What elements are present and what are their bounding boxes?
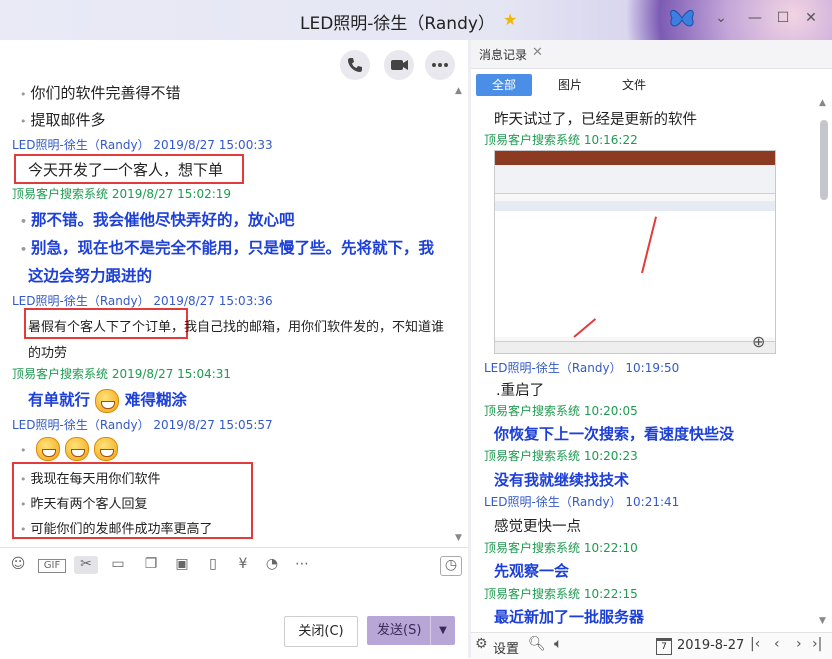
- message-header: 顶易客户搜索系统 2019/8/27 15:04:31: [12, 367, 232, 381]
- history-date[interactable]: 2019-8-27: [677, 638, 744, 653]
- chat-message: 那不错。我会催他尽快弄好的，放心吧: [20, 208, 295, 230]
- more-icon[interactable]: ⋯: [292, 556, 312, 574]
- calendar-icon[interactable]: 7: [656, 638, 672, 655]
- message-header: LED照明-徐生（Randy） 2019/8/27 15:05:57: [12, 418, 273, 432]
- history-clock-icon[interactable]: ◷: [440, 556, 462, 576]
- more-icon: [432, 63, 448, 67]
- speaker-icon[interactable]: 🔈︎: [554, 636, 562, 652]
- gear-icon[interactable]: ⚙: [475, 636, 488, 652]
- screenshot-image[interactable]: [494, 150, 776, 354]
- more-options-button[interactable]: [425, 50, 455, 80]
- last-page-icon[interactable]: ›|: [812, 636, 822, 652]
- input-toolbar: ☺ GIF ✂ ▭ ❐ ▣ ▯ ¥ ◔ ⋯ ◷: [0, 547, 468, 582]
- screenshot-grid: [495, 211, 775, 337]
- history-header: 顶易客户搜索系统 10:20:05: [484, 404, 638, 418]
- close-icon[interactable]: ✕: [532, 45, 543, 60]
- history-header: 顶易客户搜索系统 10:22:10: [484, 541, 638, 555]
- zoom-in-icon[interactable]: ⊕: [752, 332, 765, 351]
- history-message: 先观察一会: [494, 562, 570, 580]
- title-bar: LED照明-徐生（Randy） ★ ⌄ — ☐ ✕: [0, 0, 832, 40]
- minimize-icon[interactable]: —: [746, 10, 764, 26]
- grin-emoji-icon: [64, 437, 89, 461]
- video-call-button[interactable]: [384, 50, 414, 80]
- tab-message-history[interactable]: 消息记录: [479, 46, 527, 63]
- phone-icon: [348, 58, 362, 72]
- send-button-label: 发送(S): [377, 623, 422, 638]
- chat-message: 我现在每天用你们软件: [20, 468, 161, 487]
- close-button[interactable]: 关闭(C): [284, 616, 358, 647]
- chat-scroll-down[interactable]: ▼: [455, 533, 462, 543]
- red-packet-icon[interactable]: ¥: [233, 556, 253, 574]
- history-header: 顶易客户搜索系统 10:20:23: [484, 449, 638, 463]
- chat-message: 别急，现在也不是完全不能用，只是慢了些。先将就下，我: [20, 236, 434, 258]
- history-message: 没有我就继续找技术: [494, 471, 630, 489]
- chat-message: 有单就行 难得糊涂: [28, 388, 187, 413]
- image-icon[interactable]: ▣: [172, 556, 192, 574]
- maximize-icon[interactable]: ☐: [774, 10, 792, 26]
- screenshot-nav: [495, 165, 775, 194]
- chevron-down-icon[interactable]: ▼: [430, 616, 455, 645]
- file-icon[interactable]: ❐: [141, 556, 161, 574]
- phone-shake-icon[interactable]: ▯: [203, 556, 223, 574]
- chat-message-text: 有单就行: [28, 391, 91, 409]
- butterfly-icon: [670, 10, 694, 27]
- window-title: LED照明-徐生（Randy）: [300, 14, 495, 34]
- history-scrollbar[interactable]: [820, 120, 828, 200]
- history-message: .重启了: [496, 383, 545, 399]
- filter-files[interactable]: 文件: [612, 74, 656, 96]
- history-scroll-up[interactable]: ▲: [819, 98, 826, 108]
- filter-all[interactable]: 全部: [476, 74, 532, 96]
- screenshot-footer: [495, 341, 775, 353]
- chat-message: 这边会努力跟进的: [28, 267, 153, 285]
- next-page-icon[interactable]: ›: [796, 636, 802, 652]
- chevron-down-icon[interactable]: ⌄: [712, 10, 730, 26]
- search-icon[interactable]: 🔍︎: [528, 636, 546, 652]
- star-icon[interactable]: ★: [503, 10, 517, 29]
- history-header: LED照明-徐生（Randy） 10:19:50: [484, 361, 680, 375]
- history-header: 顶易客户搜索系统 10:16:22: [484, 133, 638, 147]
- title-bar-decoration: [572, 0, 832, 40]
- screenshot-header-bar: [495, 151, 775, 165]
- emoji-icon[interactable]: ☺: [8, 556, 28, 574]
- folder-icon[interactable]: ▭: [108, 556, 128, 574]
- settings-label[interactable]: 设置: [493, 638, 519, 657]
- history-scroll-down[interactable]: ▼: [819, 616, 826, 626]
- gif-icon[interactable]: GIF: [38, 559, 66, 573]
- grin-emoji-icon: [35, 437, 60, 461]
- grin-emoji-icon: [95, 388, 120, 413]
- history-message: 感觉更快一点: [494, 519, 581, 535]
- history-message: 昨天试过了，已经是更新的软件: [494, 112, 697, 128]
- chat-message: 暑假有个客人下了个订单，我自己找的邮箱，用你们软件发的，不知道谁: [28, 320, 445, 335]
- chat-message: 提取邮件多: [20, 109, 106, 130]
- chat-message: 今天开发了一个客人，想下单: [28, 161, 224, 179]
- chat-scroll-up[interactable]: ▲: [455, 86, 462, 96]
- chat-message: 你们的软件完善得不错: [20, 82, 181, 103]
- voice-call-button[interactable]: [340, 50, 370, 80]
- history-message: 最近新加了一批服务器: [494, 608, 645, 626]
- grin-emoji-icon: [93, 437, 118, 461]
- emoji-message: [20, 437, 118, 461]
- chat-message-text: 难得糊涂: [124, 391, 187, 409]
- chat-message: 可能你们的发邮件成功率更高了: [20, 518, 213, 537]
- prev-page-icon[interactable]: ‹: [774, 636, 780, 652]
- history-header: 顶易客户搜索系统 10:22:15: [484, 587, 638, 601]
- send-button[interactable]: 发送(S) ▼: [367, 616, 455, 645]
- voice-icon[interactable]: ◔: [262, 556, 282, 574]
- chat-message: 的功劳: [28, 346, 68, 361]
- first-page-icon[interactable]: |‹: [750, 636, 760, 652]
- message-header: 顶易客户搜索系统 2019/8/27 15:02:19: [12, 187, 232, 201]
- filter-images[interactable]: 图片: [548, 74, 592, 96]
- close-icon[interactable]: ✕: [802, 10, 820, 26]
- scissors-icon[interactable]: ✂: [74, 556, 98, 574]
- video-camera-icon: [391, 60, 408, 70]
- message-header: LED照明-徐生（Randy） 2019/8/27 15:03:36: [12, 294, 273, 308]
- history-message: 你恢复下上一次搜索，看速度快些没: [494, 425, 735, 443]
- message-header: LED照明-徐生（Randy） 2019/8/27 15:00:33: [12, 138, 273, 152]
- chat-message: 昨天有两个客人回复: [20, 493, 148, 512]
- history-header: LED照明-徐生（Randy） 10:21:41: [484, 495, 680, 509]
